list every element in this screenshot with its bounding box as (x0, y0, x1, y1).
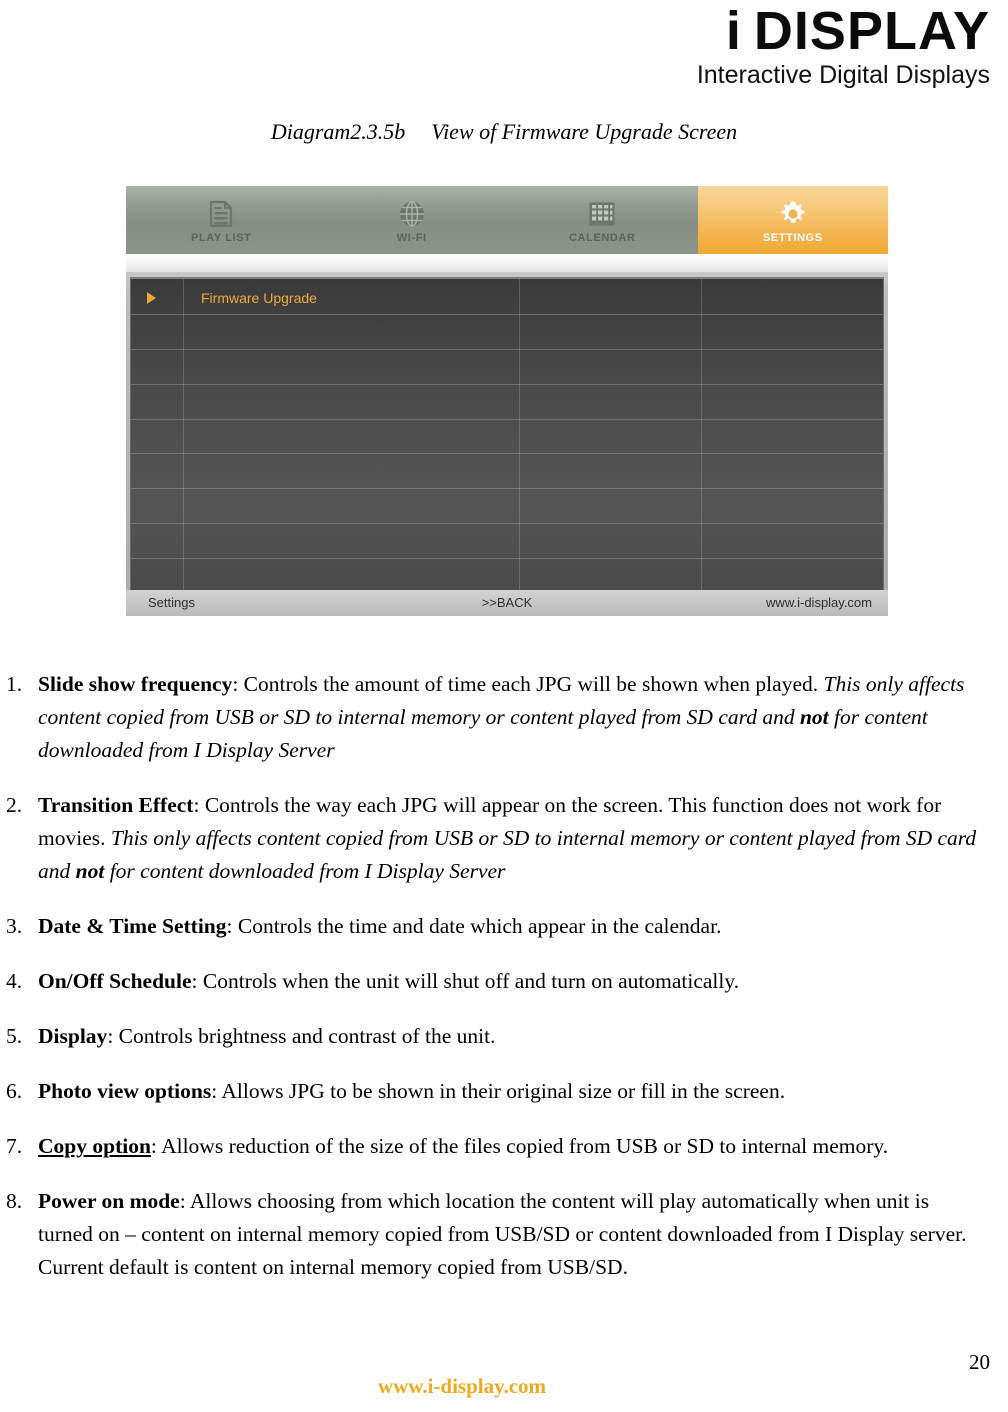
list-item: 1. Slide show frequency: Controls the amo… (0, 668, 1008, 767)
text-segment: : Controls the time and date which appea… (226, 914, 722, 938)
logo-word-display: DISPLAY (753, 1, 990, 61)
tab-label-play-list: PLAY LIST (191, 232, 252, 244)
gear-icon (778, 199, 808, 229)
device-tab-bar: PLAY LIST WI-FI CALENDAR SETTINGS (126, 186, 888, 254)
footer-website: www.i-display.com (378, 1374, 547, 1398)
text-segment: : Controls the amount of time each JPG w… (232, 672, 824, 696)
figure-caption-number: Diagram2.3.5b (270, 119, 406, 144)
company-logo: i DISPLAY Interactive Digital Displays (697, 2, 990, 90)
list-item-number: 8. (6, 1189, 23, 1213)
calendar-icon (588, 199, 616, 229)
text-segment: On/Off Schedule (38, 969, 192, 993)
text-segment: Power on mode (38, 1189, 180, 1213)
tab-label-calendar: CALENDAR (568, 232, 636, 244)
settings-description-list: 1. Slide show frequency: Controls the amo… (0, 668, 1008, 1306)
list-item-text: Power on mode: Allows choosing from whic… (38, 1185, 986, 1284)
tab-label-wifi: WI-FI (396, 232, 427, 244)
text-segment: not (799, 705, 829, 729)
text-segment: : Allows JPG to be shown in their origin… (211, 1079, 786, 1103)
list-item[interactable]: Firmware Upgrade (131, 285, 317, 311)
text-segment: : Controls brightness and contrast of th… (107, 1024, 496, 1048)
tab-label-settings: SETTINGS (762, 232, 823, 244)
figure-caption: Diagram2.3.5b View of Firmware Upgrade Sc… (0, 118, 1008, 146)
selection-arrow-icon (131, 292, 171, 304)
list-item-label: Firmware Upgrade (201, 290, 317, 306)
list-item-text: Date & Time Setting: Controls the time a… (38, 910, 986, 943)
list-item-text: Copy option: Allows reduction of the siz… (38, 1130, 986, 1163)
text-segment: Copy option (38, 1134, 151, 1158)
text-segment: : Allows reduction of the size of the fi… (150, 1134, 889, 1158)
text-segment: Date & Time Setting (38, 914, 227, 938)
list-item: 4. On/Off Schedule: Controls when the uni… (0, 965, 1008, 998)
list-item: 3. Date & Time Setting: Controls the time… (0, 910, 1008, 943)
list-item: 8. Power on mode: Allows choosing from wh… (0, 1185, 1008, 1284)
tab-calendar[interactable]: CALENDAR (507, 186, 698, 254)
list-item: 2. Transition Effect: Controls the way ea… (0, 789, 1008, 888)
device-screenshot: PLAY LIST WI-FI CALENDAR SETTINGS Firmwa… (126, 186, 888, 634)
list-item-number: 7. (6, 1134, 23, 1158)
tab-settings[interactable]: SETTINGS (697, 186, 888, 254)
text-segment: Display (38, 1024, 108, 1048)
device-status-bar: Settings >>BACK www.i-display.com (126, 590, 888, 616)
text-segment: not (75, 859, 105, 883)
list-item-text: Display: Controls brightness and contras… (38, 1020, 986, 1053)
tab-wifi[interactable]: WI-FI (317, 186, 508, 254)
page-footer: www.i-display.com 20 (0, 1350, 1008, 1412)
text-segment: for content downloaded from I Display Se… (104, 859, 506, 883)
list-item-text: Slide show frequency: Controls the amoun… (38, 668, 986, 767)
list-item: 5. Display: Controls brightness and contr… (0, 1020, 1008, 1053)
logo-wordmark: i DISPLAY (697, 2, 990, 60)
document-icon (208, 199, 234, 229)
tab-play-list[interactable]: PLAY LIST (126, 186, 317, 254)
column-gridlines (131, 279, 883, 590)
list-item-number: 1. (6, 672, 23, 696)
page-number: 20 (969, 1350, 990, 1374)
list-item-text: Transition Effect: Controls the way each… (38, 789, 986, 888)
text-segment: Transition Effect (38, 793, 194, 817)
list-item-text: Photo view options: Allows JPG to be sho… (38, 1075, 986, 1108)
status-bar-website: www.i-display.com (766, 595, 872, 610)
list-item-number: 4. (6, 969, 23, 993)
row-gridlines (131, 279, 883, 590)
logo-tagline: Interactive Digital Displays (696, 61, 990, 89)
page-header: i DISPLAY Interactive Digital Displays (0, 0, 1008, 100)
settings-list-panel: Firmware Upgrade (130, 277, 884, 590)
list-item: 7. Copy option: Allows reduction of the s… (0, 1130, 1008, 1163)
list-item-number: 3. (6, 914, 23, 938)
text-segment: Photo view options (38, 1079, 212, 1103)
tab-bar-underline (126, 254, 888, 272)
list-item-number: 6. (6, 1079, 23, 1103)
list-item-number: 5. (6, 1024, 23, 1048)
text-segment: Slide show frequency (38, 672, 233, 696)
text-segment: : Controls when the unit will shut off a… (191, 969, 740, 993)
list-item-number: 2. (6, 793, 23, 817)
settings-panel-frame: Firmware Upgrade (126, 272, 888, 590)
globe-icon (398, 199, 426, 229)
figure-caption-text: View of Firmware Upgrade Screen (431, 119, 738, 144)
logo-letter-i: i (725, 1, 742, 61)
list-item-text: On/Off Schedule: Controls when the unit … (38, 965, 986, 998)
list-item: 6. Photo view options: Allows JPG to be s… (0, 1075, 1008, 1108)
